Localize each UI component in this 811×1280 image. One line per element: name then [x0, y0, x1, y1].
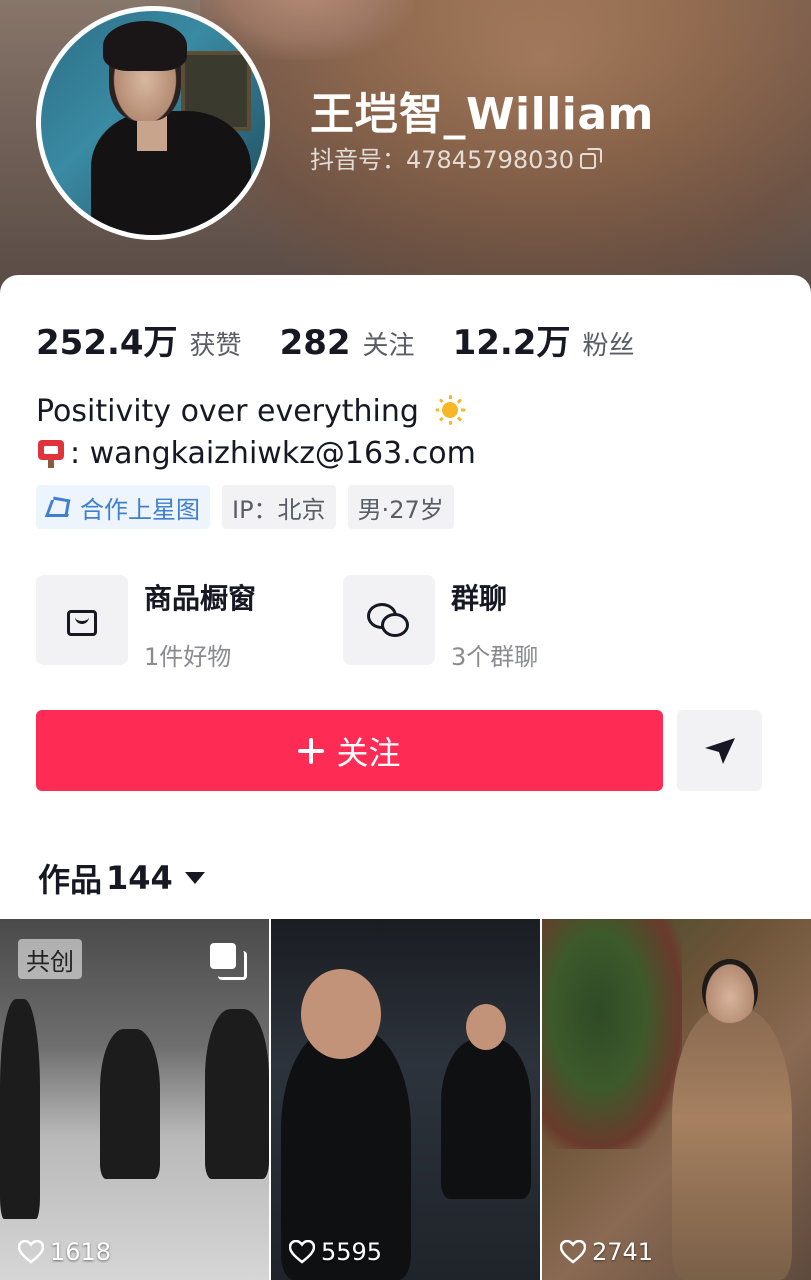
like-count: 1618 — [18, 1238, 111, 1266]
profile-card: 252.4万 获赞 282 关注 12.2万 粉丝 Positivity ove… — [0, 275, 811, 1280]
stats-row: 252.4万 获赞 282 关注 12.2万 粉丝 — [36, 315, 672, 364]
paper-plane-icon — [704, 737, 735, 764]
tag-star-chart[interactable]: 合作上星图 — [36, 485, 210, 529]
mailbox-icon — [36, 438, 66, 468]
douyin-id[interactable]: 抖音号：47845798030 — [310, 140, 602, 175]
shopping-bag-icon — [66, 604, 98, 636]
plus-icon — [298, 737, 325, 764]
video-thumbnail[interactable]: 2741 — [542, 919, 811, 1280]
star-chart-icon — [46, 496, 72, 518]
follow-button[interactable]: 关注 — [36, 710, 663, 791]
feature-subtitle: 3个群聊 — [451, 643, 539, 671]
share-button[interactable] — [677, 710, 762, 791]
heart-icon — [560, 1240, 586, 1264]
copy-icon[interactable] — [579, 147, 602, 169]
display-name: 王垲智_William — [310, 89, 654, 140]
bio-line-1: Positivity over everything — [36, 391, 476, 433]
feature-title: 商品橱窗 — [144, 582, 257, 615]
tag-label: 合作上星图 — [80, 495, 200, 524]
stat-value: 252.4万 — [36, 323, 178, 363]
bio-email: : wangkaizhiwkz@163.com — [70, 436, 476, 471]
profile-tags: 合作上星图 IP：北京 男·27岁 — [36, 485, 454, 529]
video-thumbnail[interactable]: 5595 — [271, 919, 540, 1280]
like-count-text: 2741 — [592, 1238, 654, 1266]
like-count: 5595 — [289, 1238, 382, 1266]
tag-gender-age: 男·27岁 — [347, 485, 454, 529]
caret-down-icon[interactable] — [184, 872, 205, 884]
stat-value: 12.2万 — [452, 323, 571, 363]
heart-icon — [289, 1240, 315, 1264]
stat-following[interactable]: 282 关注 — [280, 323, 415, 363]
like-count-text: 5595 — [321, 1238, 383, 1266]
tab-works[interactable]: 作品 144 — [38, 855, 205, 901]
video-grid: 共创 1618 5595 2741 — [0, 919, 811, 1280]
like-count-text: 1618 — [50, 1238, 112, 1266]
like-count: 2741 — [560, 1238, 653, 1266]
group-chat-entry[interactable]: 群聊 3个群聊 — [343, 575, 538, 672]
stat-label: 获赞 — [189, 331, 242, 361]
stat-likes[interactable]: 252.4万 获赞 — [36, 315, 242, 364]
avatar[interactable] — [36, 6, 270, 240]
sun-icon — [435, 395, 465, 425]
bio-text: Positivity over everything — [36, 394, 419, 429]
tag-ip-location: IP：北京 — [222, 485, 336, 529]
stat-label: 关注 — [362, 331, 415, 361]
stat-followers[interactable]: 12.2万 粉丝 — [453, 315, 635, 364]
feature-title: 群聊 — [451, 582, 508, 615]
stat-value: 282 — [279, 323, 351, 363]
multi-image-icon — [210, 943, 247, 980]
stat-label: 粉丝 — [582, 331, 635, 361]
feature-subtitle: 1件好物 — [144, 643, 232, 671]
tag-label: 男·27岁 — [357, 495, 444, 524]
works-count: 144 — [106, 859, 173, 897]
chat-bubbles-icon — [367, 601, 411, 639]
heart-icon — [18, 1240, 44, 1264]
co-create-badge: 共创 — [18, 939, 82, 979]
douyin-id-text: 抖音号：47845798030 — [310, 146, 574, 174]
bio: Positivity over everything : wangkaizhiw… — [36, 391, 476, 475]
shop-window-entry[interactable]: 商品橱窗 1件好物 — [36, 575, 256, 672]
works-label: 作品 — [38, 861, 103, 899]
video-thumbnail[interactable]: 共创 1618 — [0, 919, 269, 1280]
bio-line-2: : wangkaizhiwkz@163.com — [36, 433, 476, 475]
tag-label: IP：北京 — [232, 495, 326, 524]
follow-label: 关注 — [336, 733, 401, 772]
